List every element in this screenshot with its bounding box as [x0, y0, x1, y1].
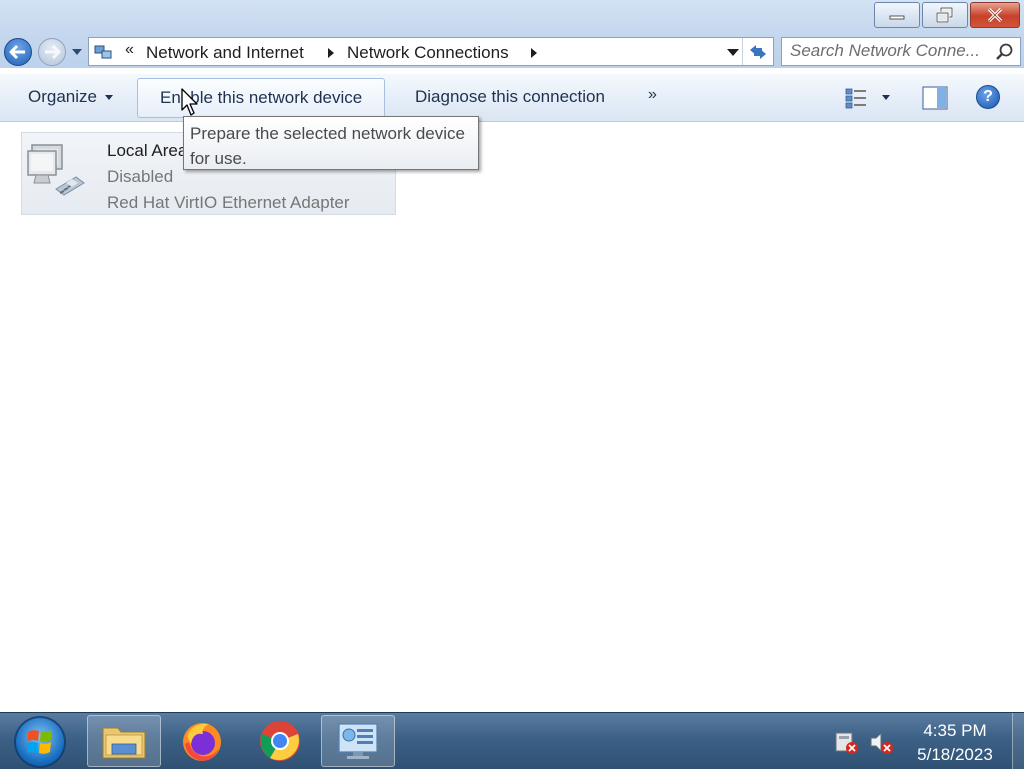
chrome-icon [260, 721, 300, 761]
tooltip-line-2: for use. [190, 149, 247, 168]
show-desktop-button[interactable] [1012, 713, 1024, 769]
back-button[interactable] [4, 38, 32, 66]
breadcrumb-network-and-internet[interactable]: Network and Internet [146, 43, 304, 63]
address-history-dropdown[interactable] [727, 49, 739, 56]
forward-button[interactable] [38, 38, 66, 66]
folder-icon [102, 727, 146, 759]
search-box[interactable] [781, 37, 1021, 66]
help-icon[interactable]: ? [976, 85, 1000, 109]
connection-name: Local Area [107, 141, 188, 160]
restore-icon [936, 7, 954, 23]
windows-logo-icon [27, 730, 52, 754]
change-view-icon[interactable] [845, 86, 869, 110]
breadcrumb-separator-arrow[interactable] [531, 48, 537, 58]
enable-network-device-button[interactable]: Enable this network device [137, 78, 386, 118]
address-bar[interactable]: « Network and Internet Network Connectio… [88, 37, 774, 66]
network-adapter-icon [27, 144, 85, 196]
clock-date: 5/18/2023 [917, 745, 993, 764]
view-options-dropdown[interactable] [882, 95, 890, 100]
system-clock[interactable]: 4:35 PM 5/18/2023 [900, 719, 1010, 767]
refresh-button[interactable] [745, 41, 771, 63]
window-controls [872, 2, 1020, 28]
diagnose-connection-button[interactable]: Diagnose this connection [415, 74, 605, 120]
chevron-down-icon [72, 49, 82, 55]
tooltip-line-1: Prepare the selected network device [190, 124, 465, 143]
network-connections-icon [94, 45, 112, 59]
minimize-button[interactable] [874, 2, 920, 28]
close-button[interactable] [970, 2, 1020, 28]
mouse-pointer-icon [181, 88, 198, 116]
recent-pages-dropdown[interactable] [70, 44, 84, 60]
organize-label: Organize [28, 87, 97, 106]
taskbar: 4:35 PM 5/18/2023 [0, 712, 1024, 769]
firefox-icon [183, 723, 221, 761]
address-overflow-chevron[interactable]: « [125, 41, 134, 59]
refresh-icon [750, 45, 766, 59]
connection-status: Disabled [107, 167, 174, 186]
more-commands-chevron[interactable]: » [648, 86, 657, 104]
address-divider [742, 38, 743, 65]
taskbar-chrome[interactable] [243, 715, 317, 767]
breadcrumb-separator-arrow[interactable] [328, 48, 334, 58]
network-disconnected-icon[interactable] [833, 729, 859, 755]
forward-arrow-icon [45, 44, 61, 60]
tooltip: Prepare the selected network device for … [183, 116, 479, 170]
search-input[interactable] [790, 41, 986, 61]
volume-muted-icon[interactable] [868, 729, 894, 755]
taskbar-network-connections[interactable] [321, 715, 395, 767]
chevron-down-icon [104, 94, 113, 100]
clock-time: 4:35 PM [923, 721, 987, 740]
close-icon [987, 7, 1003, 23]
taskbar-firefox[interactable] [165, 715, 239, 767]
navigation-bar: « Network and Internet Network Connectio… [0, 36, 1024, 68]
connection-adapter: Red Hat VirtIO Ethernet Adapter [107, 193, 350, 212]
breadcrumb-network-connections[interactable]: Network Connections [347, 43, 509, 63]
command-bar: Organize Enable this network device Diag… [0, 74, 1024, 122]
back-arrow-icon [9, 44, 25, 60]
control-panel-icon [338, 723, 378, 759]
organize-menu[interactable]: Organize [28, 74, 113, 120]
preview-pane-icon[interactable] [922, 85, 948, 111]
title-bar [0, 0, 1024, 36]
search-icon [996, 43, 1013, 60]
diagnose-connection-label: Diagnose this connection [415, 87, 605, 106]
taskbar-file-explorer[interactable] [87, 715, 161, 767]
content-area: Local Area Disabled Red Hat VirtIO Ether… [0, 122, 1024, 712]
start-button[interactable] [14, 716, 66, 768]
minimize-icon [889, 15, 905, 20]
restore-button[interactable] [922, 2, 968, 28]
